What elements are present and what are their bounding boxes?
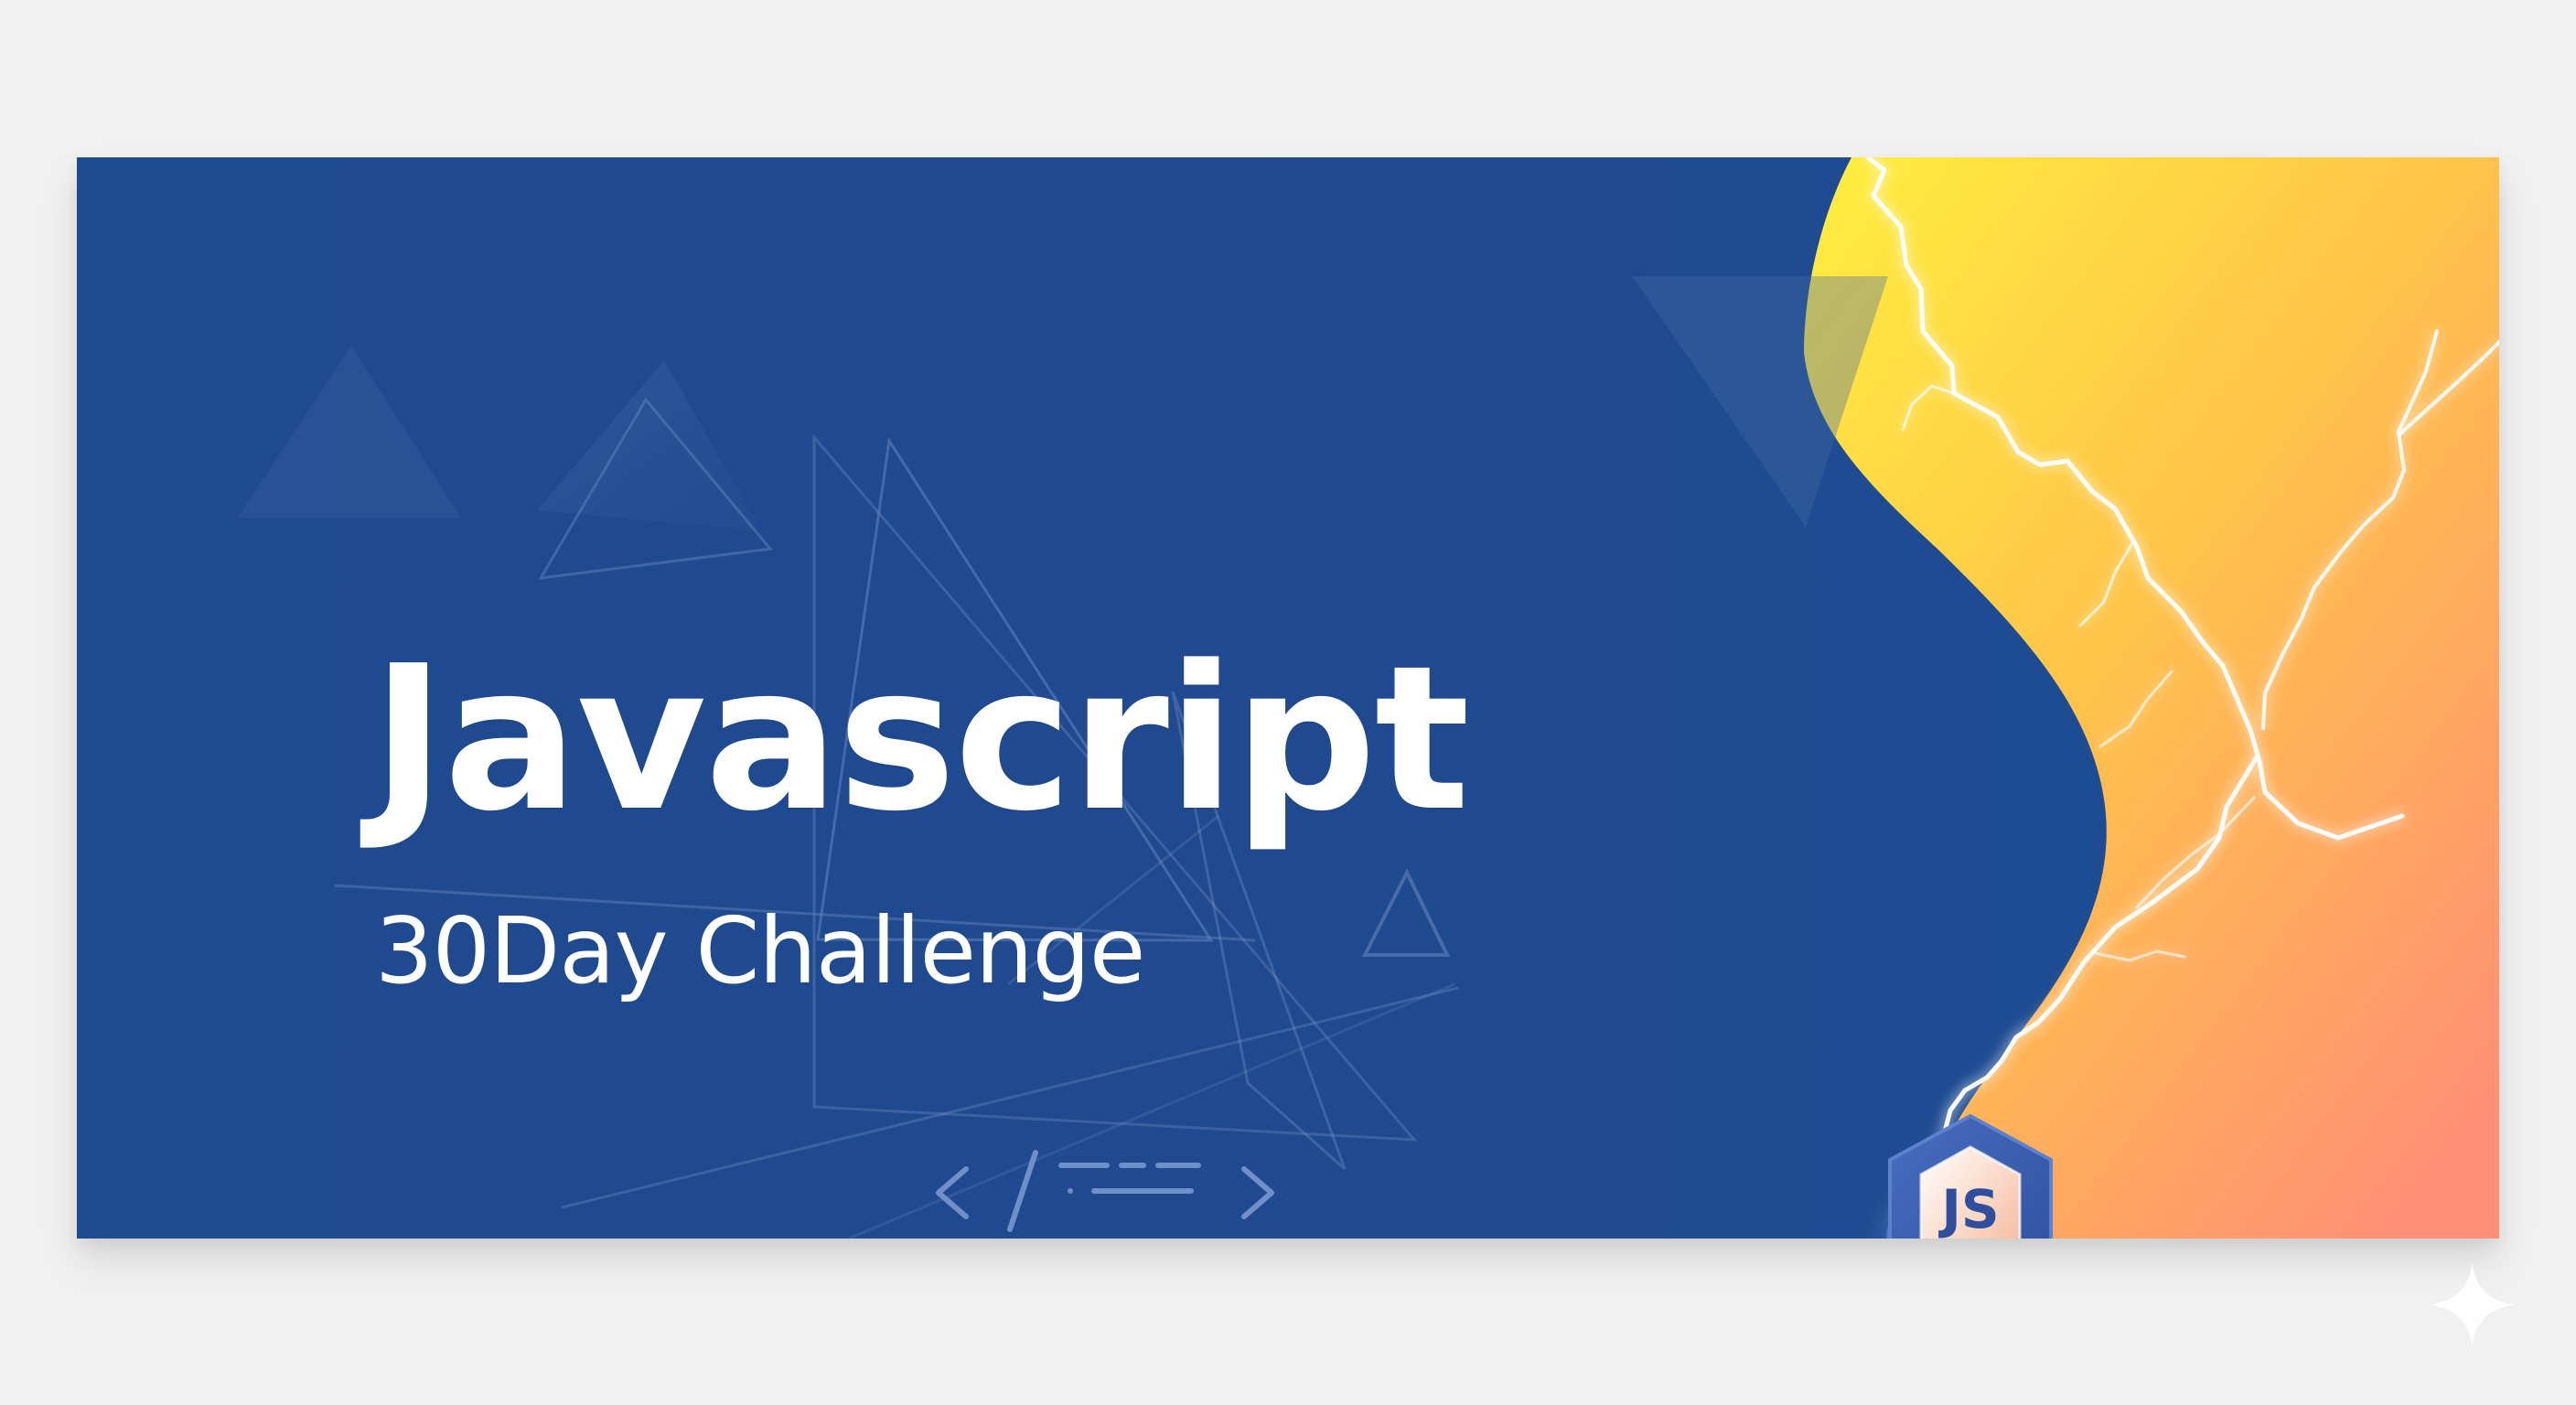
page-subtitle: 30Day Challenge	[375, 897, 1145, 1004]
page-title: Javascript	[371, 624, 1470, 855]
js-badge-label: JS	[1937, 1178, 1999, 1239]
js-badge-icon: JS	[1888, 1113, 2053, 1239]
sparkle-icon	[2430, 1262, 2515, 1347]
page: Javascript 30Day Challenge JS	[0, 0, 2576, 1405]
gradient-wave	[1804, 157, 2499, 1239]
code-icon	[936, 1150, 1274, 1232]
triangle-shape	[238, 346, 461, 518]
triangle-shape	[1361, 868, 1451, 957]
triangle-shape	[537, 360, 761, 531]
hero-banner: Javascript 30Day Challenge JS	[77, 157, 2499, 1239]
